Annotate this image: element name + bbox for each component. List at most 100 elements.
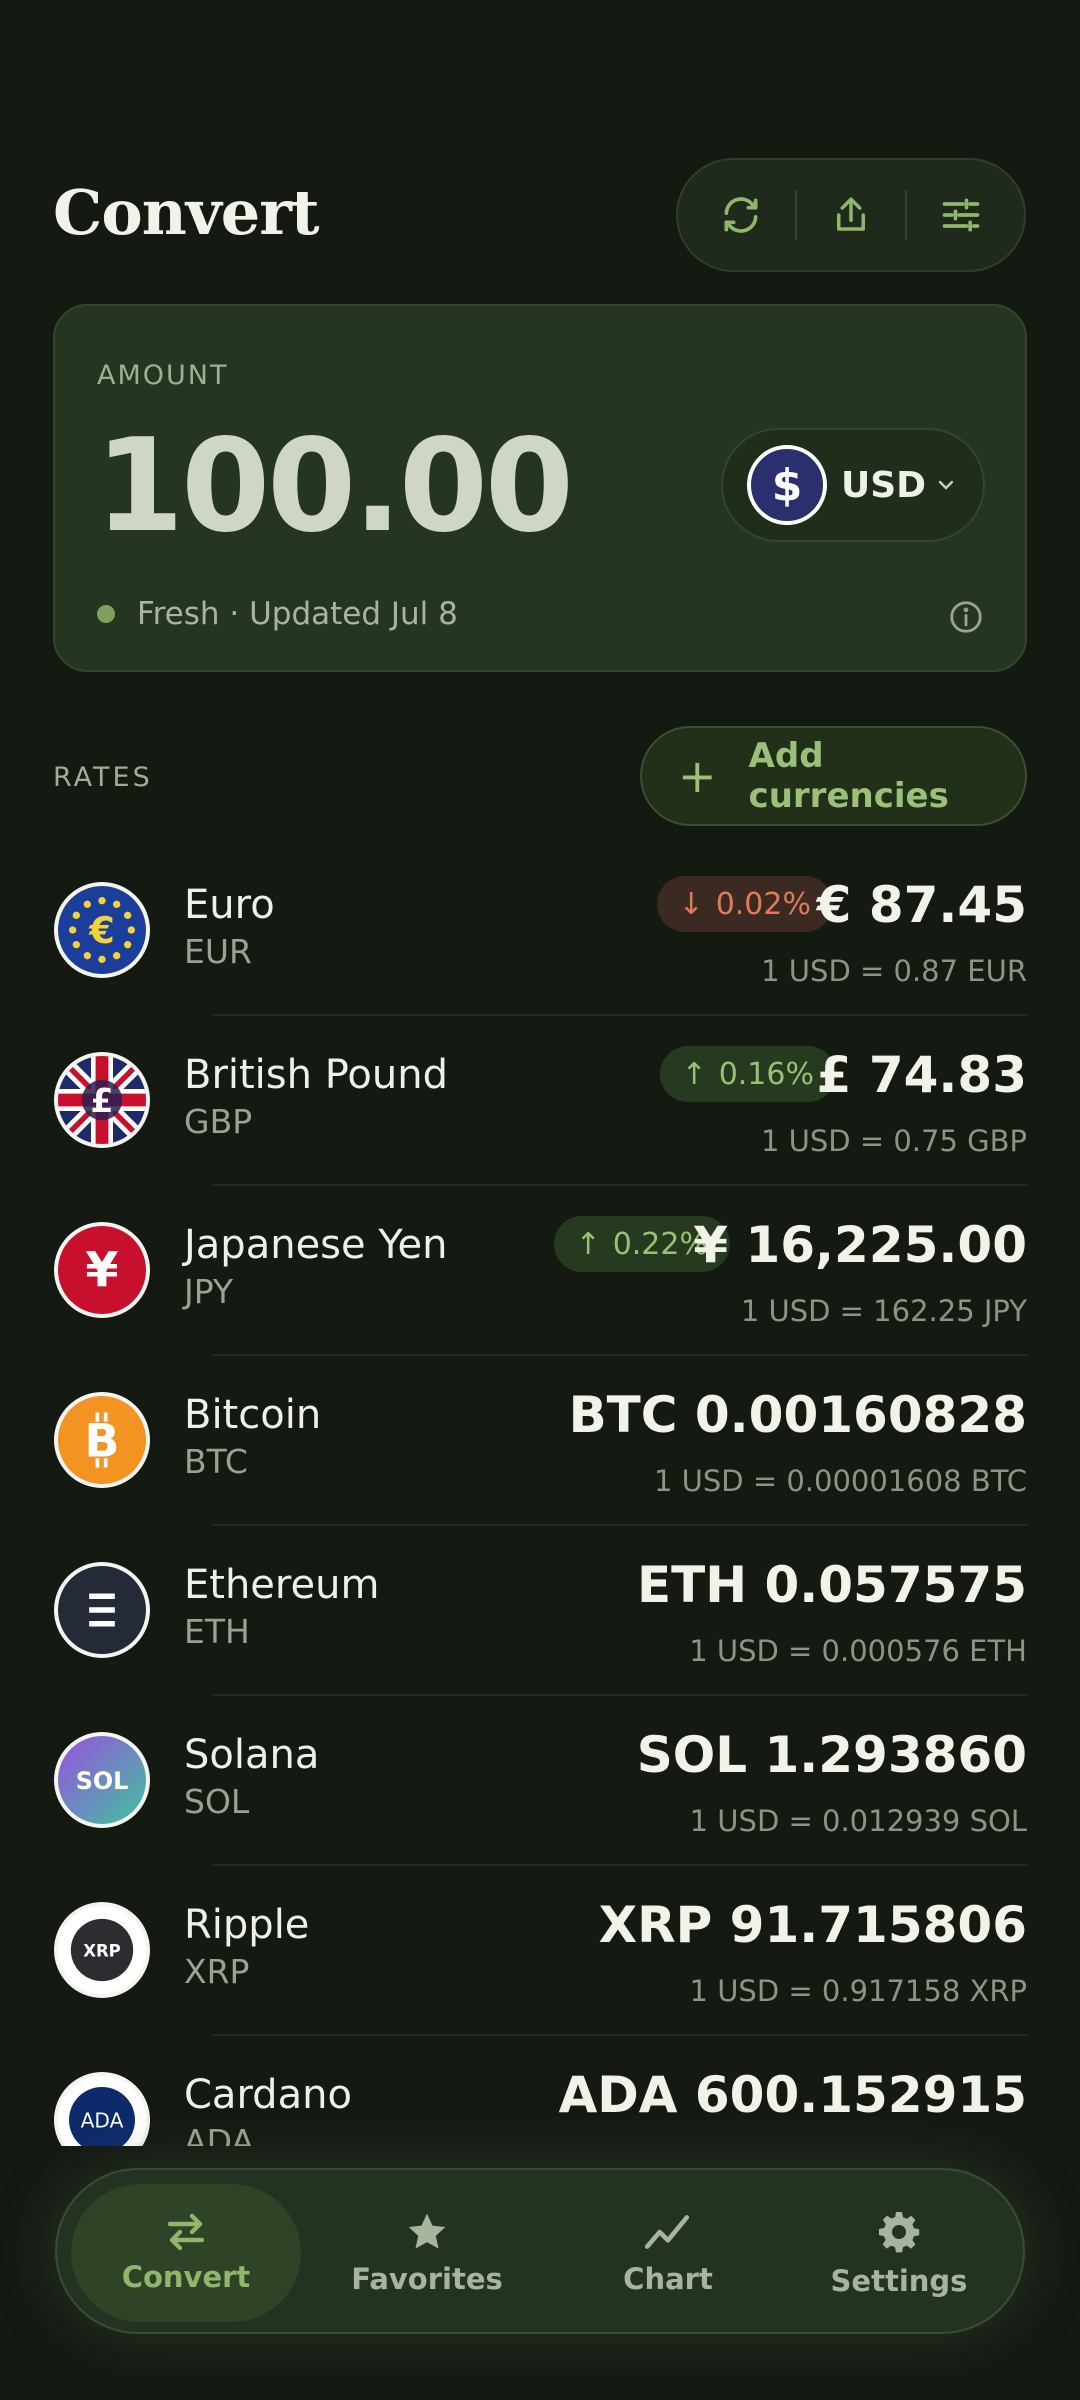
- rate-row-eth[interactable]: Ethereum ETH ETH 0.057575 1 USD = 0.0005…: [0, 1526, 1080, 1696]
- swap-arrows-icon: [167, 2213, 205, 2251]
- nav-settings-label: Settings: [830, 2264, 968, 2298]
- currency-name: Solana: [184, 1732, 320, 1778]
- share-button[interactable]: [806, 175, 896, 255]
- converted-amount: BTC 0.00160828: [568, 1386, 1027, 1444]
- freshness-status: Fresh · Updated Jul 8: [97, 596, 458, 632]
- nav-chart-label: Chart: [623, 2262, 713, 2296]
- filter-button[interactable]: [916, 175, 1006, 255]
- ripple-icon: XRP: [54, 1902, 150, 1998]
- arrow-down-icon: ↓: [678, 886, 704, 922]
- arrow-up-icon: ↑: [575, 1226, 601, 1262]
- converted-amount: £ 74.83: [816, 1046, 1027, 1104]
- rate-row-sol[interactable]: SOL Solana SOL SOL 1.293860 1 USD = 0.01…: [0, 1696, 1080, 1866]
- svg-text:ADA: ADA: [81, 2108, 124, 2132]
- nav-convert[interactable]: Convert: [71, 2184, 301, 2322]
- converted-amount: ADA 600.152915: [558, 2066, 1027, 2124]
- page-title: Convert: [53, 176, 320, 249]
- nav-favorites[interactable]: Favorites: [312, 2184, 542, 2322]
- currency-name: Japanese Yen: [184, 1222, 448, 1268]
- currency-code: ETH: [184, 1612, 250, 1651]
- currency-code: ADA: [184, 2122, 254, 2146]
- base-currency-selector[interactable]: $ USD: [721, 428, 985, 542]
- converted-amount: ¥ 16,225.00: [693, 1216, 1027, 1274]
- yen-icon: ¥: [54, 1222, 150, 1318]
- svg-text:B: B: [85, 1414, 120, 1468]
- amount-label: AMOUNT: [97, 360, 229, 391]
- add-currencies-button[interactable]: + Add currencies: [640, 726, 1027, 826]
- plus-icon: +: [678, 749, 717, 803]
- nav-chart[interactable]: Chart: [553, 2184, 783, 2322]
- rate-row-xrp[interactable]: XRP Ripple XRP XRP 91.715806 1 USD = 0.9…: [0, 1866, 1080, 2036]
- currency-code: BTC: [184, 1442, 248, 1481]
- toolbar-divider: [795, 190, 798, 240]
- change-badge-down: ↓ 0.02%: [656, 876, 833, 932]
- svg-text:¥: ¥: [85, 1244, 118, 1299]
- converted-amount: XRP 91.715806: [598, 1896, 1027, 1954]
- rates-heading: RATES: [53, 762, 153, 793]
- currency-name: British Pound: [184, 1052, 448, 1098]
- nav-convert-label: Convert: [121, 2260, 251, 2294]
- currency-name: Ripple: [184, 1902, 310, 1948]
- nav-favorites-label: Favorites: [351, 2262, 503, 2296]
- svg-text:XRP: XRP: [83, 1941, 121, 1960]
- uk-flag-icon: £: [54, 1052, 150, 1148]
- exchange-rate: 1 USD = 0.75 GBP: [760, 1124, 1027, 1158]
- share-icon: [836, 197, 865, 231]
- nav-settings[interactable]: Settings: [784, 2184, 1014, 2322]
- amount-input[interactable]: 100.00: [95, 412, 574, 561]
- eu-flag-icon: €: [54, 882, 150, 978]
- currency-name: Bitcoin: [184, 1392, 322, 1438]
- currency-code: JPY: [184, 1272, 234, 1311]
- currency-code: SOL: [184, 1782, 250, 1821]
- amount-card: AMOUNT 100.00 $ USD Fresh · Updated Jul …: [53, 304, 1027, 672]
- dollar-coin-icon: $: [747, 445, 827, 525]
- exchange-rate: 1 USD = 0.00001608 BTC: [653, 1464, 1027, 1498]
- svg-text:SOL: SOL: [76, 1767, 129, 1795]
- change-value: 0.16%: [718, 1056, 814, 1092]
- converted-amount: € 87.45: [816, 876, 1027, 934]
- bottom-navigation: Convert Favorites Chart Settings: [55, 2168, 1025, 2334]
- rate-row-eur[interactable]: € Euro EUR ↓ 0.02% € 87.45 1 USD = 0.87 E…: [0, 846, 1080, 1016]
- arrow-up-icon: ↑: [681, 1056, 707, 1092]
- currency-name: Ethereum: [184, 1562, 380, 1608]
- freshness-text: Fresh · Updated Jul 8: [137, 596, 458, 632]
- rate-row-btc[interactable]: B Bitcoin BTC BTC 0.00160828 1 USD = 0.0…: [0, 1356, 1080, 1526]
- bitcoin-icon: B: [54, 1392, 150, 1488]
- currency-name: Cardano: [184, 2072, 352, 2118]
- chevron-down-icon: [938, 480, 954, 490]
- refresh-button[interactable]: [696, 175, 786, 255]
- info-icon[interactable]: [947, 598, 985, 636]
- change-value: 0.02%: [715, 886, 811, 922]
- exchange-rate: 1 USD = 0.87 EUR: [761, 954, 1027, 988]
- base-currency-code: USD: [841, 464, 927, 506]
- gear-icon: [879, 2212, 920, 2253]
- converted-amount: SOL 1.293860: [636, 1726, 1027, 1784]
- add-currencies-label: Add currencies: [748, 736, 949, 816]
- svg-text:€: €: [88, 909, 115, 952]
- currency-name: Euro: [184, 882, 275, 928]
- solana-icon: SOL: [54, 1732, 150, 1828]
- rate-row-ada[interactable]: ADA Cardano ADA ADA 600.152915: [0, 2036, 1080, 2146]
- status-dot: [97, 605, 115, 623]
- chart-line-icon: [644, 2215, 690, 2249]
- toolbar-divider: [904, 190, 907, 240]
- star-icon: [408, 2213, 446, 2249]
- cardano-icon: ADA: [54, 2072, 150, 2146]
- rate-row-jpy[interactable]: ¥ Japanese Yen JPY ↑ 0.22% ¥ 16,225.00 1 …: [0, 1186, 1080, 1356]
- currency-code: XRP: [184, 1952, 250, 1991]
- exchange-rate: 1 USD = 0.000576 ETH: [689, 1634, 1027, 1668]
- rates-list: € Euro EUR ↓ 0.02% € 87.45 1 USD = 0.87 E…: [0, 846, 1080, 2146]
- refresh-icon: [724, 197, 758, 233]
- currency-code: EUR: [184, 932, 252, 971]
- rate-row-gbp[interactable]: £ British Pound GBP ↑ 0.16% £ 74.83 1 USD…: [0, 1016, 1080, 1186]
- svg-text:£: £: [91, 1081, 114, 1120]
- toolbar: [676, 158, 1026, 272]
- currency-code: GBP: [184, 1102, 253, 1141]
- exchange-rate: 1 USD = 0.012939 SOL: [689, 1804, 1027, 1838]
- ethereum-icon: [54, 1562, 150, 1658]
- change-badge-up: ↑ 0.16%: [659, 1046, 836, 1102]
- exchange-rate: 1 USD = 162.25 JPY: [740, 1294, 1027, 1328]
- converted-amount: ETH 0.057575: [636, 1556, 1027, 1614]
- filter-sliders-icon: [942, 198, 979, 232]
- exchange-rate: 1 USD = 0.917158 XRP: [689, 1974, 1027, 2008]
